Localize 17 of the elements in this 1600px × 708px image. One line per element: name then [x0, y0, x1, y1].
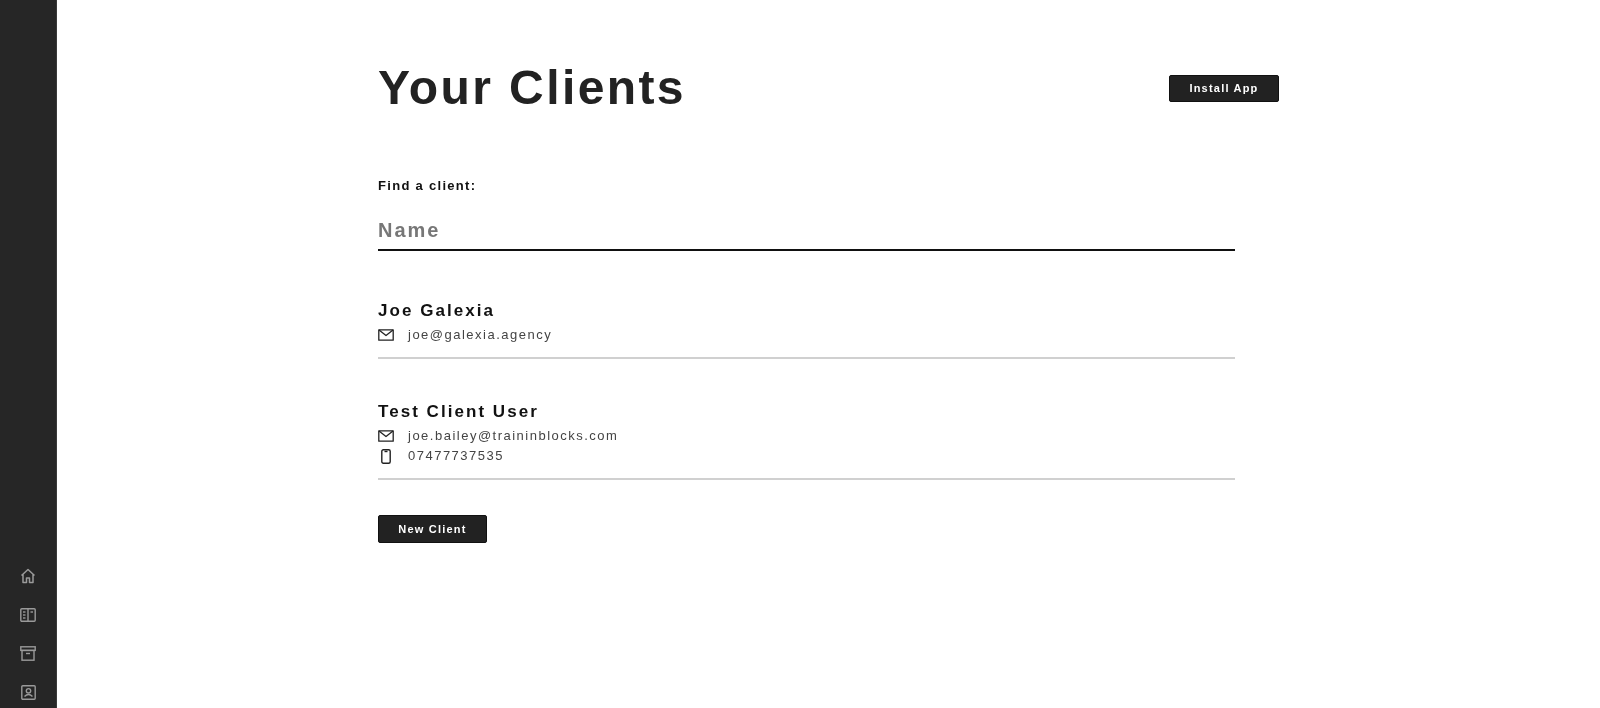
- mobile-phone-icon: [381, 448, 391, 464]
- archive-box-icon[interactable]: [20, 646, 36, 661]
- envelope-icon: [378, 329, 394, 341]
- page-title: Your Clients: [378, 64, 686, 112]
- email-address: joe.bailey@traininblocks.com: [408, 427, 619, 445]
- client-name[interactable]: Test Client User: [378, 401, 539, 423]
- envelope-icon: [378, 430, 394, 442]
- contact-card-icon[interactable]: [20, 685, 36, 700]
- search-label: Find a client:: [378, 178, 478, 194]
- install-app-button[interactable]: Install App: [1169, 74, 1279, 102]
- search-field[interactable]: Name: [378, 216, 1235, 251]
- phone-number: 07477737535: [408, 447, 504, 465]
- home-icon[interactable]: [20, 568, 36, 584]
- new-client-button[interactable]: New Client: [378, 515, 487, 543]
- client-name[interactable]: Joe Galexia: [378, 300, 495, 322]
- email-address: joe@galexia.agency: [408, 326, 553, 344]
- book-icon[interactable]: [20, 608, 36, 622]
